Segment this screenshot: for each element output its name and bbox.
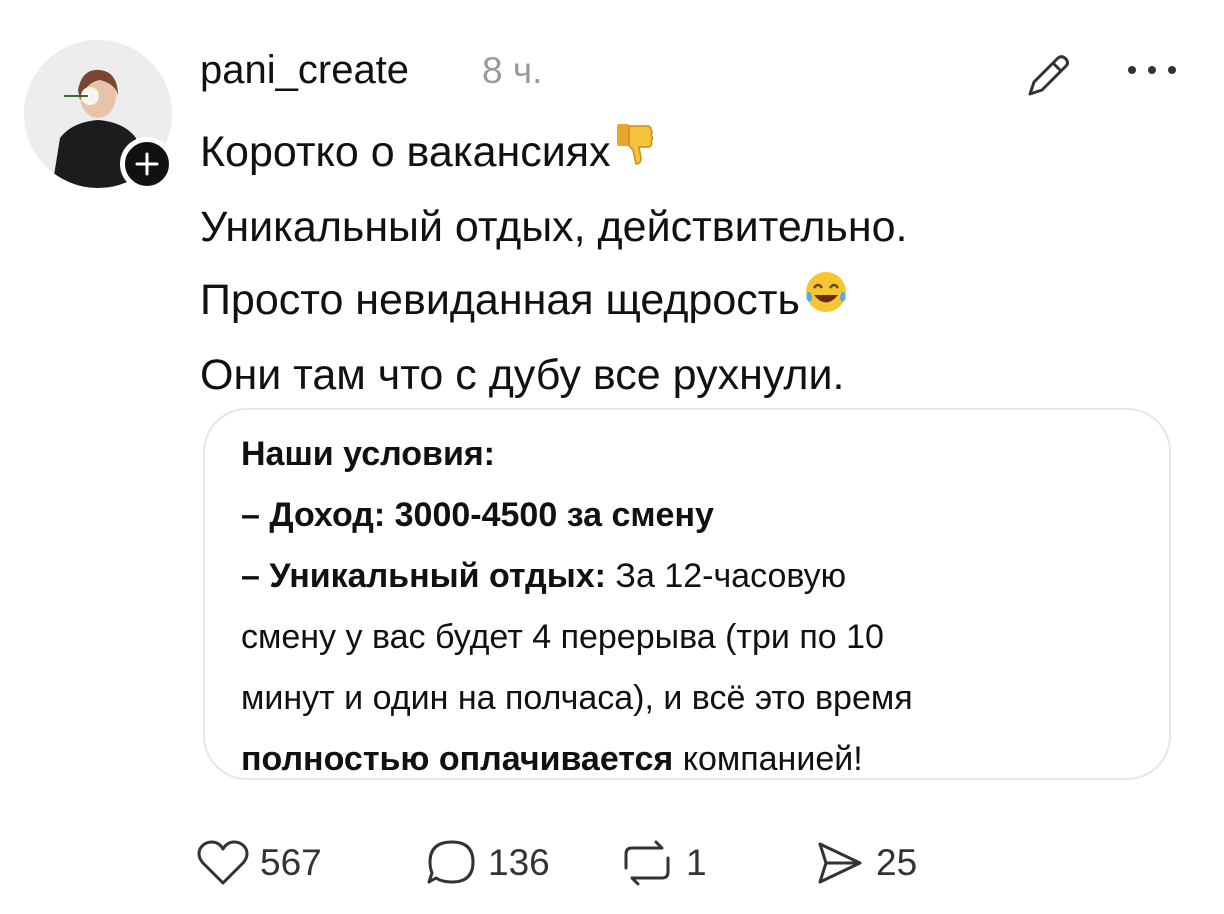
post-timestamp: 8 ч. (482, 50, 543, 91)
post-line-3: Просто невиданная щедрость (200, 264, 1100, 339)
repost-count: 1 (686, 842, 707, 883)
username-link[interactable]: pani_create (200, 48, 409, 93)
more-icon[interactable] (1124, 62, 1180, 83)
post-line-1: Коротко о вакансиях (200, 116, 1100, 191)
share-count: 25 (876, 842, 918, 883)
plus-icon (135, 152, 159, 176)
quoted-image-card[interactable]: Наши условия: – Доход: 3000-4500 за смен… (203, 408, 1171, 780)
tears-of-joy-emoji-icon (802, 266, 850, 339)
share-icon (818, 842, 862, 884)
card-heading: Наши условия: (241, 435, 496, 473)
comment-button[interactable]: 136 (426, 838, 550, 888)
comment-icon (427, 840, 475, 884)
like-button[interactable]: 567 (196, 838, 322, 888)
card-paid-line: полностью оплачивается компанией! (241, 740, 863, 778)
repost-icon (624, 840, 670, 886)
repost-button[interactable]: 1 (618, 838, 707, 888)
heart-icon (197, 840, 249, 885)
post-line-2: Уникальный отдых, действительно. (200, 203, 908, 252)
card-line-4: минут и один на полчаса), и всё это врем… (241, 679, 913, 717)
card-line-3: смену у вас будет 4 перерыва (три по 10 (241, 618, 884, 656)
comment-count: 136 (488, 842, 550, 883)
edit-icon[interactable] (1022, 50, 1074, 107)
share-button[interactable]: 25 (814, 838, 917, 888)
thumbs-down-emoji-icon (613, 118, 655, 191)
card-rest-line: – Уникальный отдых: За 12-часовую (241, 557, 847, 595)
like-count: 567 (260, 842, 322, 883)
card-income: – Доход: 3000-4500 за смену (241, 496, 714, 534)
follow-button[interactable] (120, 137, 174, 191)
post-line-4: Они там что с дубу все рухнули. (200, 351, 845, 400)
post-body: Коротко о вакансиях Уникальный отдых, де… (200, 116, 1100, 412)
